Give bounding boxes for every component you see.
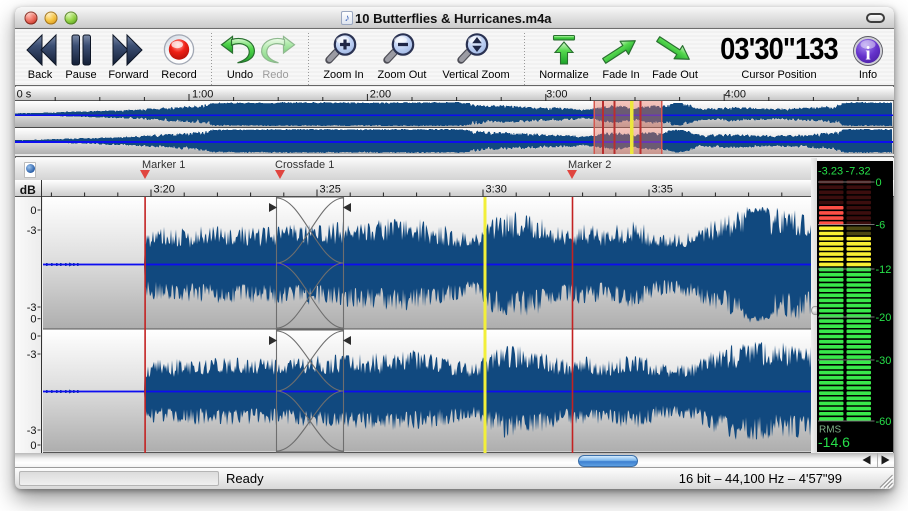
svg-text:0: 0	[30, 331, 36, 343]
svg-text:-20: -20	[876, 312, 892, 324]
svg-text:-30: -30	[876, 355, 892, 367]
svg-text:0 s: 0 s	[17, 89, 32, 101]
svg-text:-14.6: -14.6	[818, 434, 850, 450]
svg-text:3:25: 3:25	[319, 184, 340, 196]
svg-text:3:00: 3:00	[546, 89, 567, 101]
svg-text:0: 0	[30, 440, 36, 452]
svg-text:2:00: 2:00	[370, 89, 391, 101]
svg-text:-3: -3	[27, 425, 37, 437]
svg-text:-3: -3	[27, 349, 37, 361]
svg-text:1:00: 1:00	[192, 89, 213, 101]
svg-text:0: 0	[30, 314, 36, 326]
svg-text:-60: -60	[876, 416, 892, 428]
svg-text:-7.32: -7.32	[846, 165, 871, 177]
svg-text:3:30: 3:30	[485, 184, 506, 196]
svg-text:-3: -3	[27, 302, 37, 314]
svg-text:i: i	[865, 44, 870, 65]
svg-text:-6: -6	[876, 219, 886, 231]
svg-text:3:35: 3:35	[651, 184, 672, 196]
svg-text:0: 0	[30, 205, 36, 217]
svg-text:0: 0	[876, 177, 882, 189]
svg-text:4:00: 4:00	[725, 89, 746, 101]
svg-text:-3: -3	[27, 225, 37, 237]
svg-text:-3.23: -3.23	[818, 165, 843, 177]
svg-text:3:20: 3:20	[153, 184, 174, 196]
svg-text:-12: -12	[876, 264, 892, 276]
